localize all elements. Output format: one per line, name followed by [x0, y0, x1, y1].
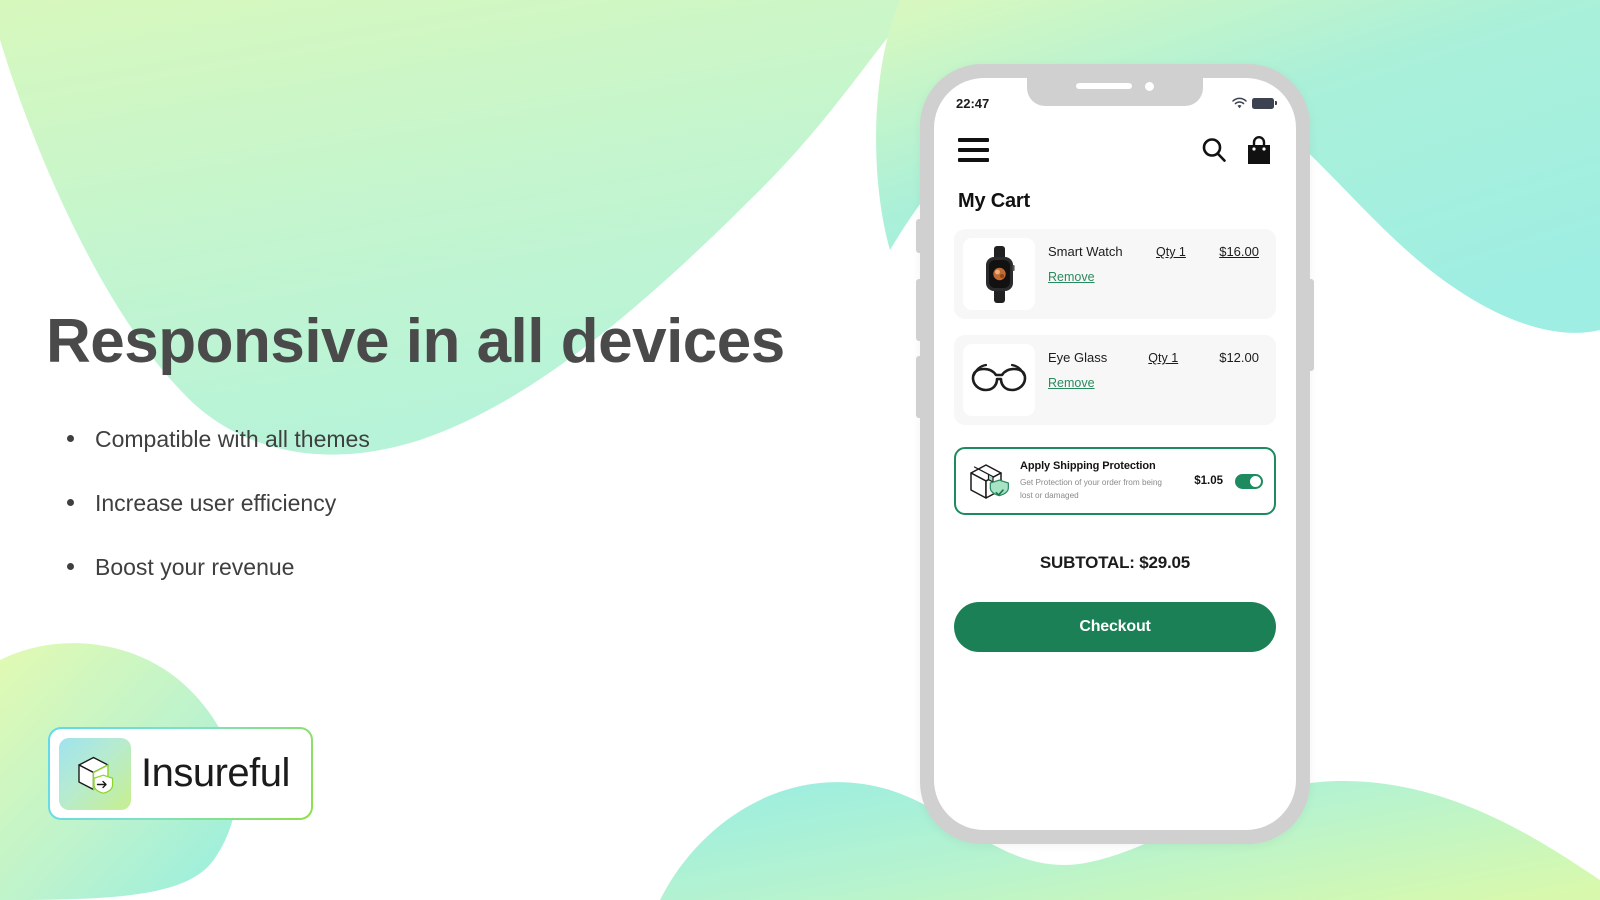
phone-notch — [1027, 78, 1203, 106]
item-price: $12.00 — [1219, 350, 1259, 365]
remove-item-link[interactable]: Remove — [1048, 376, 1095, 390]
app-header — [954, 120, 1276, 180]
brand-logo: Insureful — [48, 727, 313, 820]
brand-name: Insureful — [141, 751, 290, 795]
battery-full-icon — [1252, 97, 1277, 109]
eye-glass-image — [963, 344, 1035, 416]
table-row[interactable]: Eye Glass Qty 1 $12.00 Remove — [954, 335, 1276, 425]
protection-subtitle: Get Protection of your order from being … — [1020, 477, 1162, 500]
smart-watch-image — [963, 238, 1035, 310]
item-name: Smart Watch — [1048, 244, 1123, 259]
shipping-protection-card[interactable]: Apply Shipping Protection Get Protection… — [954, 447, 1276, 515]
status-time: 22:47 — [956, 95, 990, 111]
item-quantity[interactable]: Qty 1 — [1156, 245, 1186, 259]
wifi-icon — [1232, 97, 1247, 109]
cart-app: My Cart Smart Watch Qty 1 $16.00 Remove … — [934, 120, 1296, 830]
phone-power-button — [1309, 279, 1314, 371]
item-price: $16.00 — [1219, 244, 1259, 259]
protection-title: Apply Shipping Protection — [1020, 459, 1156, 472]
checkout-button[interactable]: Checkout — [954, 602, 1276, 652]
page-title: Responsive in all devices — [46, 307, 785, 376]
item-quantity[interactable]: Qty 1 — [1148, 351, 1178, 365]
box-shield-arrow-icon — [59, 737, 131, 810]
protection-toggle[interactable] — [1235, 473, 1263, 489]
protection-price: $1.05 — [1194, 475, 1223, 487]
front-camera-icon — [1145, 82, 1154, 91]
subtotal-label: SUBTOTAL: $29.05 — [1039, 553, 1191, 572]
search-icon[interactable] — [1200, 136, 1228, 164]
shopping-bag-icon[interactable] — [1246, 135, 1272, 165]
phone-volume-down-button — [916, 356, 921, 418]
phone-mockup: 22:47 My Cart Smart Watch Qty 1 $16.00 R… — [916, 64, 1314, 844]
list-item: Increase user efficiency — [64, 489, 370, 519]
page-heading: My Cart — [958, 190, 1030, 212]
table-row[interactable]: Smart Watch Qty 1 $16.00 Remove — [954, 229, 1276, 319]
hamburger-menu-icon[interactable] — [958, 138, 989, 162]
item-name: Eye Glass — [1048, 350, 1108, 365]
phone-volume-up-button — [916, 279, 921, 341]
feature-list: Compatible with all themes Increase user… — [64, 425, 370, 617]
package-shield-icon — [967, 459, 1011, 503]
list-item: Boost your revenue — [64, 553, 370, 583]
remove-item-link[interactable]: Remove — [1048, 270, 1095, 284]
phone-screen: 22:47 My Cart Smart Watch Qty 1 $16.00 R… — [934, 78, 1296, 830]
earpiece-speaker — [1076, 83, 1132, 89]
phone-mute-switch — [916, 219, 921, 253]
list-item: Compatible with all themes — [64, 425, 370, 455]
